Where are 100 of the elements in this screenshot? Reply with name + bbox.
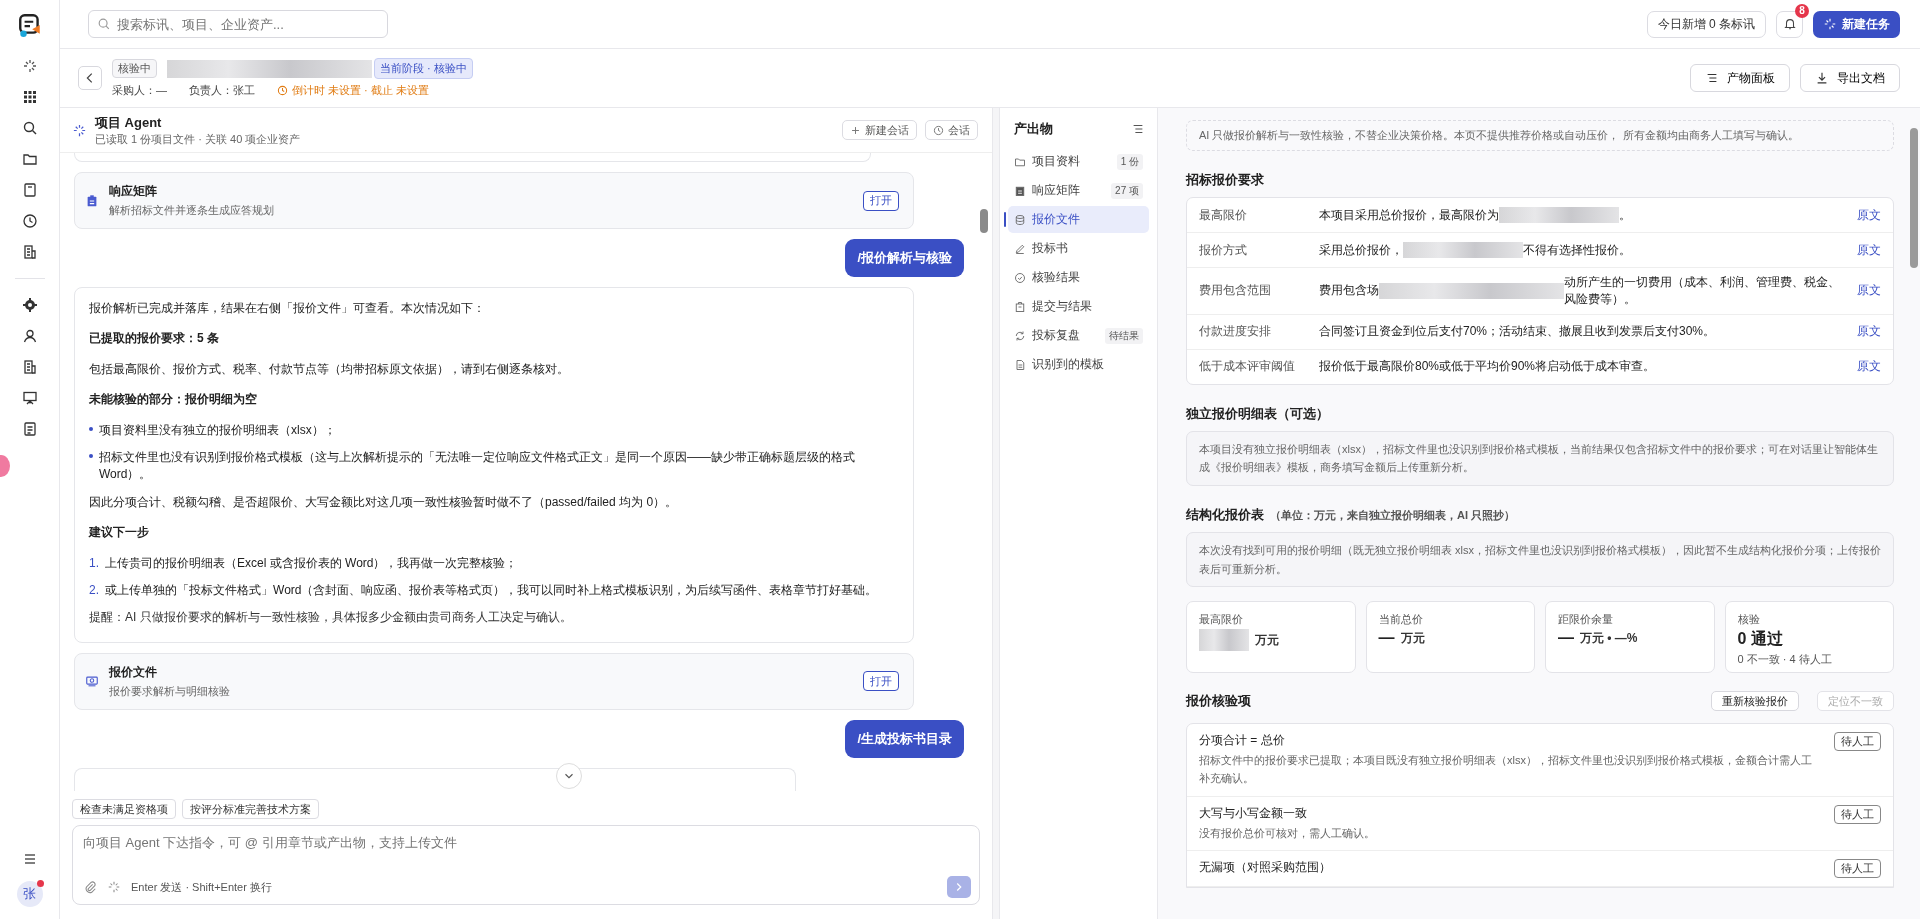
artifact-panel-button[interactable]: 产物面板 [1690,64,1790,92]
card-description: 报价要求解析与明细核验 [109,683,231,699]
output-item[interactable]: 识别到的模板 [1008,351,1149,378]
suggestion-chip[interactable]: 检查未满足资格项 [72,799,176,819]
bullet-icon [89,453,93,458]
building-icon[interactable] [21,244,38,260]
database-icon [1014,213,1026,226]
section-heading: 建议下一步 [89,524,150,542]
card-description: 解析招标文件并逐条生成应答规划 [109,203,275,218]
user-avatar[interactable]: 张 [16,881,43,907]
bullet-icon [89,426,93,431]
composer-box[interactable]: 向项目 Agent 下达指令，可 @ 引用章节或产出物，支持上传文件 Enter 发送 · Shift+Enter 换行 [72,825,980,905]
search-field[interactable]: 搜索标讯、项目、企业资产... [88,10,388,38]
stat-unit: 万元 • —% [1580,629,1638,647]
output-item[interactable]: 投标书 [1008,235,1149,262]
stat-label: 距限价余量 [1558,612,1614,628]
card-title: 响应矩阵 [109,183,158,200]
section-heading: 未能核验的部分：报价明细为空 [89,391,258,409]
agent-title: 项目 Agent [95,113,163,132]
check-title: 无漏项（对照采购范围） [1199,859,1332,877]
sparkle-icon [1823,17,1837,31]
list-item: 上传贵司的报价明细表（Excel 或含报价表的 Word），我再做一次完整核验； [105,554,518,572]
source-link[interactable]: 原文 [1857,206,1881,224]
reminder-note: 提醒：AI 只做报价要求的解析与一致性核验，具体报多少金额由贵司商务人工决定与确认。 [89,609,573,627]
row-value: 报价低于最高限价80%或低于平均价90%将启动低于成本审查。 [1319,358,1656,375]
output-item[interactable]: 投标复盘 待结果 [1008,322,1149,349]
row-label: 报价方式 [1199,241,1248,259]
row-value: 动所产生的一切费用（成本、利润、管理费、税金、风险费等）。 [1564,274,1842,308]
refresh-icon [1014,329,1026,342]
new-chat-button[interactable]: 新建会话 [842,120,917,140]
back-button[interactable] [78,66,102,90]
info-box: 本次没有找到可用的报价明细（既无独立报价明细表 xlsx，招标文件里也没识别到报价格式模板），因此暂不生成结构化报价分项；上传报价表后可重新分析。 [1186,531,1894,588]
today-new-button[interactable]: 今日新增 0 条标讯 [1646,10,1766,38]
card-title: 报价文件 [109,663,158,681]
source-link[interactable]: 原文 [1857,241,1881,259]
section-title: 独立报价明细表（可选） [1186,404,1330,423]
export-button[interactable]: 导出文档 [1800,64,1900,92]
board-icon[interactable] [21,390,38,406]
paperclip-icon[interactable] [83,880,97,894]
logo-icon[interactable] [16,12,43,38]
open-button[interactable]: 打开 [863,190,899,211]
row-value: 费用包含场 [1319,282,1379,300]
clock-icon [933,124,944,136]
section-title: 招标报价要求 [1186,171,1265,189]
settings-icon[interactable] [21,297,38,313]
buyer-label: 采购人：— [112,83,167,98]
history-button[interactable]: 会话 [925,120,978,140]
suggestion-chip[interactable]: 按评分标准完善技术方案 [182,799,319,819]
notification-badge: 8 [1795,3,1809,18]
clock-icon[interactable] [21,213,38,229]
grid-icon[interactable] [21,89,38,105]
list-icon[interactable] [1131,122,1145,136]
list-item: 项目资料里没有独立的报价明细表（xlsx）； [99,421,336,439]
owner-label: 负责人：张工 [189,83,255,98]
stat-label: 核验 [1737,612,1761,628]
section-title: 结构化报价表 [1186,506,1264,522]
output-item[interactable]: 项目资料 1 份 [1008,148,1149,175]
check-title: 分项合计 = 总价 [1199,732,1286,750]
clipboard-icon [1014,184,1026,197]
document-icon [1014,358,1026,371]
paragraph: 因此分项合计、税额勾稽、是否超限价、大写金额比对这几项一致性核验暂时做不了（passed/failed 均为 0）。 [89,493,679,511]
check-circle-icon [1014,271,1026,284]
folder-icon[interactable] [21,151,38,167]
clipboard-icon [85,193,99,208]
output-item[interactable]: 提交与结果 [1008,293,1149,320]
book-icon[interactable] [21,182,38,198]
search-icon [97,17,111,31]
deadline-label: 倒计时 未设置 · 截止 未设置 [292,83,429,98]
status-tag: 待人工 [1834,804,1881,824]
output-item[interactable]: 核验结果 [1008,264,1149,291]
download-icon [1815,71,1829,85]
list-number: 2. [89,581,99,599]
list-item: 招标文件里也没有识别到报价格式模板（这与上次解析提示的「无法唯一定位响应文件格式正文」是同一个原因——缺少带正确标题层级的格式 Word）。 [99,448,856,484]
list-item: 或上传单独的「投标文件格式」Word（含封面、响应函、报价表等格式页），我可以同时补上格式模板识别，为后续写函件、表格章节打好基础。 [105,581,878,599]
check-description: 没有报价总价可核对，需人工确认。 [1199,825,1376,841]
user-icon[interactable] [21,328,38,344]
open-button[interactable]: 打开 [863,671,899,692]
document-icon[interactable] [21,421,38,437]
bell-icon [1782,17,1797,31]
stat-subtext: 0 不一致 · 4 待人工 [1737,652,1833,668]
recheck-button[interactable]: 重新核验报价 [1711,691,1799,712]
stat-label: 最高限价 [1199,612,1244,628]
row-value: 不得有选择性报价。 [1523,241,1631,259]
stat-value: — [1558,629,1574,648]
search-icon[interactable] [21,120,38,136]
source-link[interactable]: 原文 [1857,282,1881,300]
paragraph: 报价解析已完成并落库，结果在右侧「报价文件」可查看。本次情况如下： [89,300,486,317]
status-tag: 核验中 [112,59,157,78]
source-link[interactable]: 原文 [1857,323,1881,340]
building-icon[interactable] [21,359,38,375]
status-tag: 待人工 [1834,859,1881,879]
source-link[interactable]: 原文 [1857,358,1881,375]
user-message: /报价解析与核验 [845,239,964,277]
count-badge: 27 项 [1111,182,1143,199]
sparkle-icon[interactable] [21,58,38,74]
new-task-button[interactable]: 新建任务 [1813,10,1900,38]
row-value: 。 [1619,206,1631,224]
output-item[interactable]: 响应矩阵 27 项 [1008,177,1149,204]
stat-label: 当前总价 [1378,612,1424,628]
check-description: 招标文件中的报价要求已提取；本项目既没有独立报价明细表（xlsx），招标文件里也没识别到报价格式模板，金额合计需人工补充确认。 [1199,753,1813,786]
